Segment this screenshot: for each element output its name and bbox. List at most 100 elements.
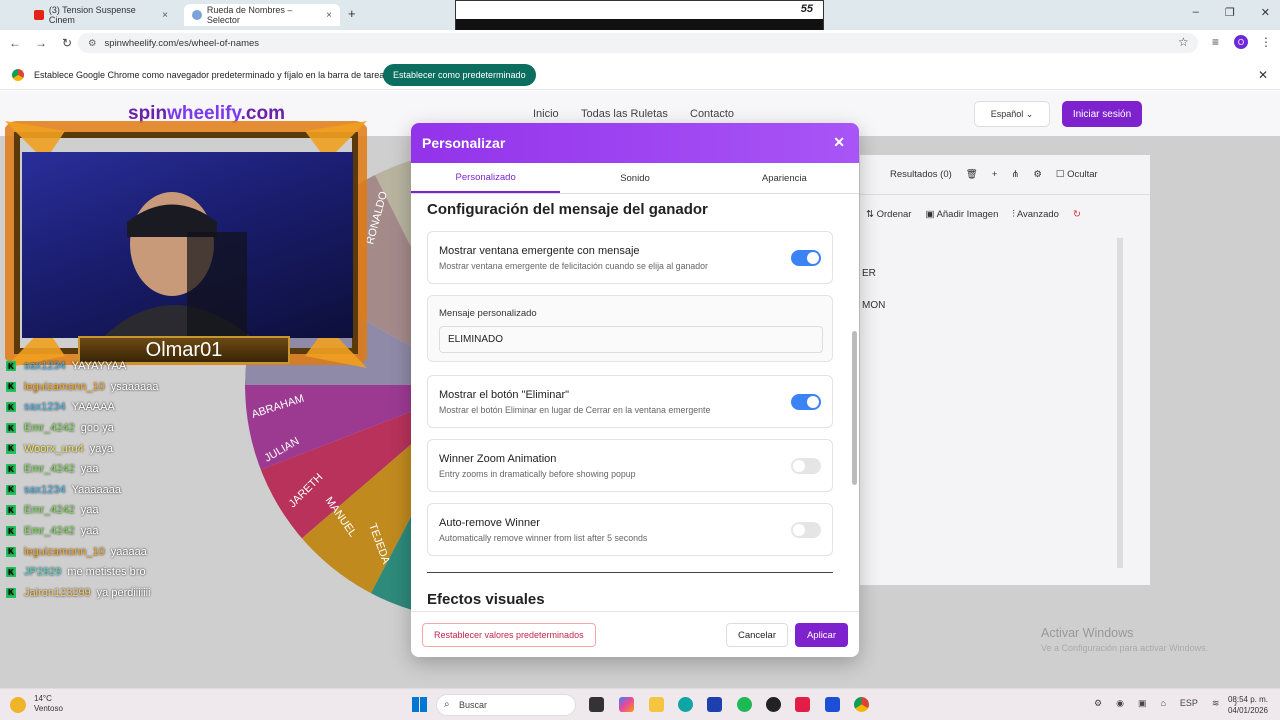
new-tab-button[interactable]: + [348,6,356,21]
kick-icon: K [6,443,16,454]
chat-message: goo ya [80,422,114,435]
site-info-icon[interactable]: ⚙ [88,38,97,49]
app-icon[interactable] [766,697,781,712]
forward-icon[interactable]: → [28,36,54,50]
close-icon[interactable]: × [162,10,168,21]
chat-line: K JP2929 me metistes bro [6,562,246,583]
reset-defaults-button[interactable]: Restablecer valores predeterminados [422,623,596,647]
tray-icon[interactable]: ◉ [1116,698,1124,709]
nav-all-wheels[interactable]: Todas las Ruletas [581,108,668,120]
setting-title: Winner Zoom Animation [439,453,557,465]
setting-title: Mostrar ventana emergente con mensaje [439,245,640,257]
custom-message-input[interactable]: ELIMINADO [439,326,823,353]
weather-desc: Ventoso [34,704,63,713]
language-select[interactable]: Español ⌄ [974,101,1050,127]
close-icon[interactable]: ✕ [833,134,845,151]
back-icon[interactable]: ← [2,36,28,50]
popup-toggle[interactable] [791,250,821,266]
advanced-button[interactable]: ⫶ Avanzado [1012,209,1059,220]
set-default-button[interactable]: Establecer como predeterminado [383,64,536,86]
modal-scrollbar[interactable] [851,197,857,609]
spotify-icon[interactable] [737,697,752,712]
tab-appearance[interactable]: Apariencia [710,163,859,193]
language-label: Español [990,109,1024,119]
clock-date: 04/01/2026 [1227,706,1268,715]
setting-desc: Mostrar ventana emergente de felicitació… [439,261,708,271]
tab-youtube[interactable]: (3) Tension Suspense Cinem × [26,4,176,26]
tray-icon[interactable]: ▣ [1138,698,1147,709]
chat-line: K Emr_4242 yaa [6,500,246,521]
tray-icon[interactable]: ⚙ [1094,698,1102,709]
profile-avatar[interactable]: O [1234,35,1248,49]
chat-message: yaa [80,504,99,517]
maximize-icon[interactable]: ❐ [1225,6,1235,19]
entries-panel-header: Resultados (0) 🗑 + ⋔ ⚙ ☐ Ocultar [860,155,1150,195]
chat-message: yaaaaa [110,545,147,558]
tab-wheel[interactable]: Rueda de Nombres – Selector × [184,4,340,26]
kick-icon: K [6,526,16,537]
nav-home[interactable]: Inicio [533,108,559,120]
close-icon[interactable]: × [326,10,332,21]
cancel-button[interactable]: Cancelar [726,623,788,647]
file-explorer-icon[interactable] [649,697,664,712]
settings-icon[interactable]: ⚙ [1033,169,1042,180]
advanced-label: Avanzado [1016,208,1059,220]
address-bar[interactable]: ⚙ spinwheelify.com/es/wheel-of-names [78,33,1198,53]
close-window-icon[interactable]: ✕ [1261,6,1270,19]
hide-label: Ocultar [1067,169,1098,180]
zoom-toggle[interactable] [791,458,821,474]
chat-line: K Emr_4242 yaa [6,459,246,480]
weather-widget[interactable]: 14°C Ventoso [34,694,63,714]
add-icon[interactable]: + [992,169,998,180]
chat-line: K Emr_4242 yaa [6,521,246,542]
tab-sound[interactable]: Sonido [560,163,709,193]
bookmark-star-icon[interactable]: ☆ [1178,35,1189,49]
window-controls: – ❐ ✕ [1193,6,1270,19]
autoremove-toggle[interactable] [791,522,821,538]
kick-icon: K [6,505,16,516]
taskbar-clock[interactable]: 08:54 p. m. 04/01/2026 [1228,694,1268,716]
tab-custom[interactable]: Personalizado [411,163,561,193]
wifi-icon[interactable]: ≋ [1212,698,1220,709]
tray-icon[interactable]: ⌂ [1160,698,1165,709]
chat-line: Ksax1234 YAAAAA [6,397,246,418]
add-image-button[interactable]: ▣ Añadir Imagen [925,209,998,220]
app-icon[interactable] [825,697,840,712]
remove-button-toggle[interactable] [791,394,821,410]
chat-user: leguizamonn_10 [24,380,105,393]
minimize-icon[interactable]: – [1193,6,1199,19]
chrome-icon[interactable] [854,697,869,712]
chat-line: K Woorx_uru4 yaya [6,438,246,459]
chat-message: YAAAAA [71,401,115,414]
nav-contact[interactable]: Contacto [690,108,734,120]
reading-list-icon[interactable]: ≡ [1212,35,1219,49]
chat-user: leguizamonn_10 [24,545,105,558]
reset-icon[interactable]: ↻ [1073,209,1081,220]
share-icon[interactable]: ⋔ [1011,169,1019,180]
globe-icon [192,10,202,20]
store-icon[interactable] [707,697,722,712]
apply-button[interactable]: Aplicar [795,623,848,647]
entries-scrollbar[interactable] [1117,238,1123,568]
reload-icon[interactable]: ↻ [54,36,80,50]
edge-icon[interactable] [678,697,693,712]
chat-user: sax1234 [24,401,66,414]
tray-lang[interactable]: ESP [1180,698,1198,709]
menu-icon[interactable]: ⋮ [1260,35,1272,49]
sticker-number: 55 [800,3,813,15]
chrome-icon [12,68,24,81]
tiktok-icon[interactable] [795,697,810,712]
close-icon[interactable]: ✕ [1258,68,1268,82]
results-tab[interactable]: Resultados (0) [890,169,952,180]
hide-checkbox[interactable]: ☐ Ocultar [1056,169,1098,180]
sort-button[interactable]: ⇅ Ordenar [866,209,911,220]
custom-message-setting: Mensaje personalizado ELIMINADO [427,295,833,362]
taskbar-search[interactable]: ⌕ Buscar [436,694,576,716]
trash-icon[interactable]: 🗑 [966,169,978,180]
login-button[interactable]: Iniciar sesión [1062,101,1142,127]
scrollbar-thumb[interactable] [852,331,857,485]
task-view-icon[interactable] [589,697,604,712]
windows-start-icon[interactable] [412,697,427,712]
chat-line: Ksax1234 Yaaaaaaa [6,480,246,501]
copilot-icon[interactable] [619,697,634,712]
